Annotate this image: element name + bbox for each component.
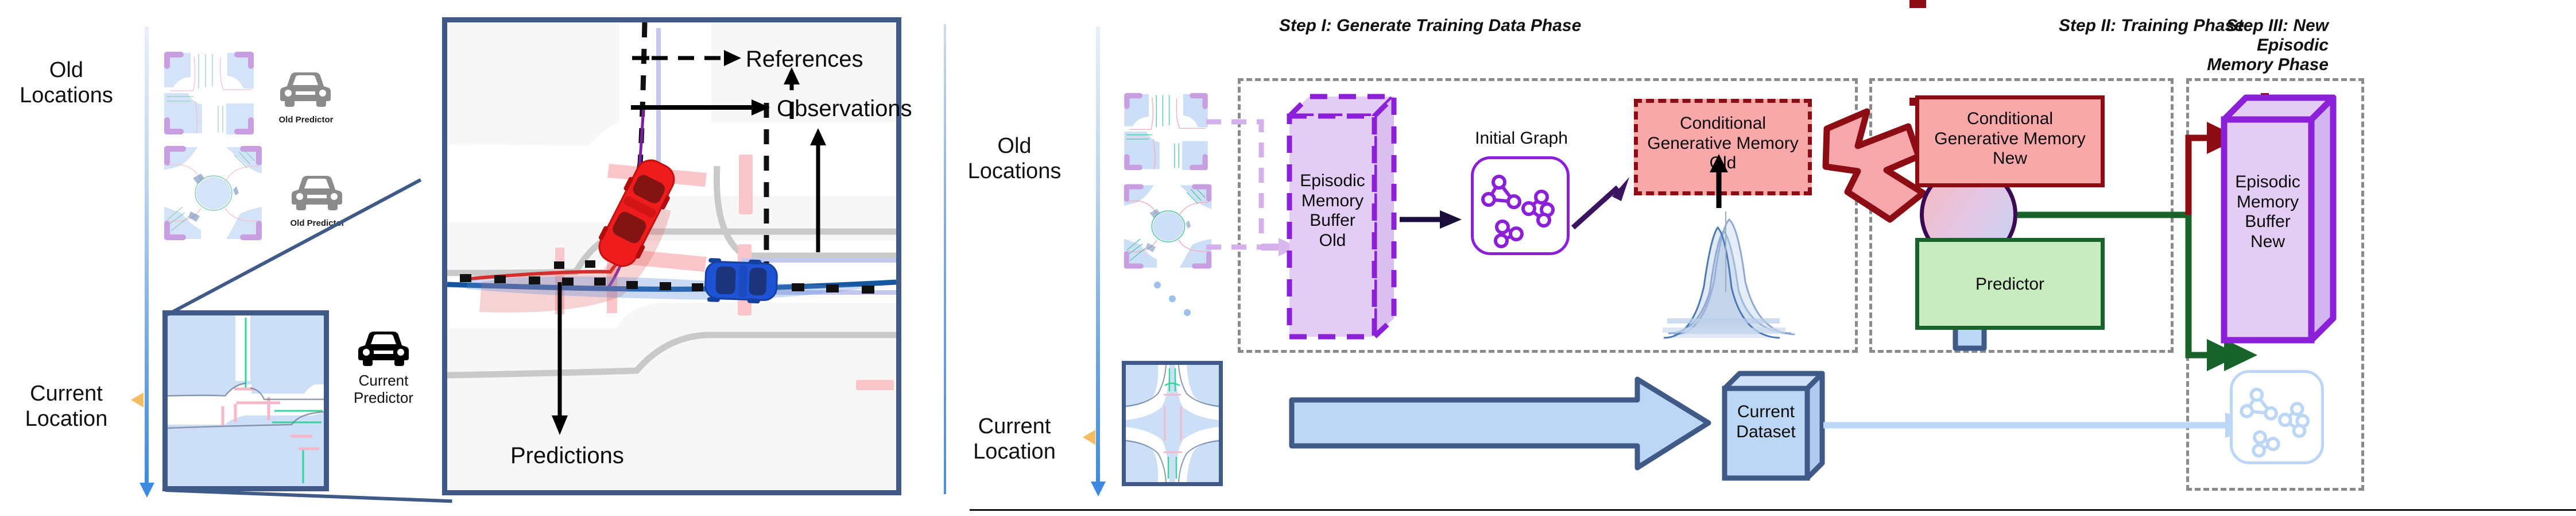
current-dataset-label: Current Dataset — [1736, 402, 1796, 441]
new-episodic-graph-box — [2230, 370, 2324, 464]
episodic-memory-buffer-new-label: Episodic Memory Buffer New — [2235, 172, 2300, 251]
ellipsis-dots — [1154, 282, 1191, 316]
map-thumb-2-svg — [163, 145, 263, 241]
right-map-thumb-1-svg — [1123, 92, 1209, 171]
observations-callout: Observations — [777, 96, 912, 121]
timeline-rail-left — [145, 26, 149, 486]
current-location-pointer-left — [131, 392, 144, 407]
step-3-title: Step III: New Episodic Memory Phase — [2207, 16, 2329, 74]
old-location-map-thumb-1 — [163, 51, 255, 136]
graph-to-cgm-old-arrow — [1571, 177, 1629, 230]
current-predictor-label: Current Predictor — [353, 372, 414, 406]
conditional-generative-memory-new-label: Conditional Generative Memory New — [1934, 109, 2086, 168]
step-1-title: Step I: Generate Training Data Phase — [1279, 16, 1582, 35]
current-location-map-svg — [167, 315, 324, 486]
timeline-rail-arrowhead-right — [1091, 482, 1106, 496]
map-thumb-1-svg — [163, 51, 255, 136]
figure-canvas: Old Locations Current Location Old Predi… — [0, 0, 2576, 516]
initial-graph-label: Initial Graph — [1475, 129, 1568, 148]
current-location-map-right — [1122, 361, 1223, 486]
references-callout: References — [746, 47, 863, 72]
old-predictor-icon-1 — [280, 72, 331, 107]
right-map-thumb-2-svg — [1123, 183, 1213, 270]
old-maps-to-buffer-connector — [1206, 119, 1298, 256]
old-locations-label-right: Old Locations — [967, 134, 1062, 184]
current-location-map-left — [162, 310, 329, 491]
buffer-to-graph-arrow — [1400, 210, 1462, 229]
right-panel: Step I: Generate Training Data Phase Ste… — [945, 0, 2576, 516]
graph-nodes-icon — [1481, 175, 1555, 248]
current-location-label-left: Current Location — [25, 382, 108, 432]
graph-nodes-icon-faint — [2240, 387, 2310, 458]
left-panel: Old Locations Current Location Old Predi… — [0, 0, 945, 516]
old-locations-label-left: Old Locations — [20, 58, 113, 108]
predictor-label: Predictor — [1975, 275, 2045, 294]
current-location-pointer-right — [1083, 430, 1095, 445]
density-curves-icon — [1663, 211, 1795, 339]
old-predictor-icon-2 — [292, 176, 342, 210]
distribution-to-cgm-old-arrow — [1710, 154, 1728, 208]
right-old-location-thumb-1 — [1123, 92, 1209, 171]
scenario-detail-svg — [447, 22, 897, 490]
timeline-rail-right — [1096, 26, 1100, 485]
current-location-map-right-svg — [1125, 364, 1219, 483]
current-location-label-right: Current Location — [973, 414, 1056, 464]
episodic-memory-buffer-old-label: Episodic Memory Buffer Old — [1300, 171, 1365, 250]
old-predictor-label-1: Old Predictor — [278, 115, 334, 125]
timeline-rail-arrowhead-left — [140, 483, 154, 498]
initial-graph-box — [1471, 156, 1570, 255]
current-dataset-to-new-graph-arrow — [1823, 413, 2263, 438]
block-arrow-right-icon — [1289, 376, 1711, 471]
predictions-callout: Predictions — [510, 443, 624, 468]
right-old-location-thumb-2 — [1123, 183, 1213, 270]
old-location-map-thumb-2 — [163, 145, 263, 241]
scenario-detail-frame: References Observations Predictions — [442, 17, 912, 495]
current-predictor-icon — [358, 332, 409, 366]
cgm-new-visible — [1916, 0, 1924, 8]
